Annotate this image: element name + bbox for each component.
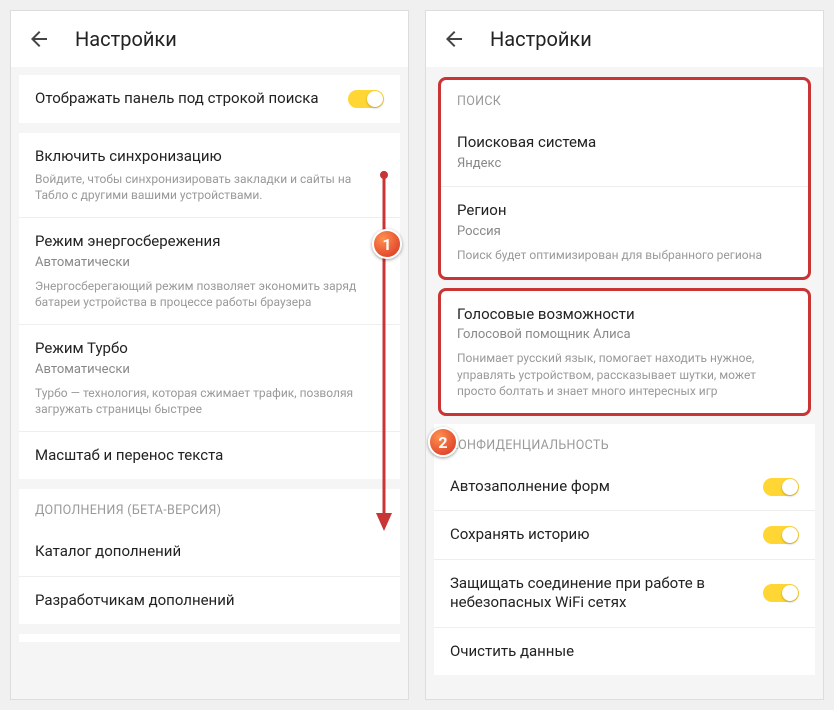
autofill-toggle[interactable] [763, 478, 799, 496]
region-title: Регион [457, 201, 792, 221]
page-title: Настройки [490, 27, 592, 51]
search-engine-sub: Яндекс [457, 156, 792, 173]
privacy-header: КОНФИДЕНЦИАЛЬНОСТЬ [434, 424, 815, 463]
region-sub: Россия [457, 224, 792, 241]
turbo-title: Режим Турбо [35, 339, 384, 359]
wifi-protect-toggle[interactable] [763, 584, 799, 602]
region-desc: Поиск будет оптимизирован для выбранного… [441, 247, 808, 277]
header: Настройки [11, 11, 408, 67]
energy-title: Режим энергосбережения [35, 232, 384, 252]
addons-catalog-title: Каталог дополнений [35, 542, 181, 562]
wifi-protect-label: Защищать соединение при работе в небезоп… [450, 574, 763, 613]
step-badge-1: 1 [372, 229, 402, 259]
addons-dev-row[interactable]: Разработчикам дополнений [19, 577, 400, 625]
content: Отображать панель под строкой поиска Вкл… [11, 67, 408, 699]
autofill-row[interactable]: Автозаполнение форм [434, 463, 815, 512]
voice-desc: Понимает русский язык, помогает находить… [441, 350, 808, 413]
clear-data-row[interactable]: Очистить данные [434, 628, 815, 676]
header: Настройки [426, 11, 823, 67]
turbo-sub: Автоматически [35, 362, 384, 379]
back-icon[interactable] [442, 27, 466, 51]
search-section-callout: ПОИСК Поисковая система Яндекс Регион Ро… [438, 77, 811, 280]
turbo-desc: Турбо — технология, которая сжимает траф… [19, 385, 400, 432]
scroll-arrow-icon [374, 171, 394, 531]
sync-desc: Войдите, чтобы синхронизировать закладки… [35, 171, 384, 203]
addons-header: ДОПОЛНЕНИЯ (БЕТА-ВЕРСИЯ) [19, 489, 400, 528]
scale-row[interactable]: Масштаб и перенос текста [19, 432, 400, 480]
history-label: Сохранять историю [450, 525, 589, 545]
content: ПОИСК Поисковая система Яндекс Регион Ро… [426, 67, 823, 699]
display-panel-row[interactable]: Отображать панель под строкой поиска [19, 75, 400, 123]
voice-row[interactable]: Голосовые возможности Голосовой помощник… [441, 291, 808, 350]
voice-section-callout: Голосовые возможности Голосовой помощник… [438, 288, 811, 416]
display-panel-toggle[interactable] [348, 90, 384, 108]
addons-catalog-row[interactable]: Каталог дополнений [19, 528, 400, 577]
voice-sub: Голосовой помощник Алиса [457, 327, 792, 344]
search-engine-row[interactable]: Поисковая система Яндекс [441, 119, 808, 187]
energy-row[interactable]: Режим энергосбережения Автоматически [19, 218, 400, 277]
search-header: ПОИСК [441, 80, 808, 119]
turbo-row[interactable]: Режим Турбо Автоматически [19, 325, 400, 384]
energy-desc: Энергосберегающий режим позволяет эконом… [19, 278, 400, 325]
autofill-label: Автозаполнение форм [450, 477, 610, 497]
addons-dev-title: Разработчикам дополнений [35, 591, 235, 611]
search-engine-title: Поисковая система [457, 133, 792, 153]
step-badge-2: 2 [428, 427, 458, 457]
back-icon[interactable] [27, 27, 51, 51]
right-screen: Настройки ПОИСК Поисковая система Яндекс… [425, 10, 824, 700]
sync-title: Включить синхронизацию [35, 147, 384, 167]
page-title: Настройки [75, 27, 177, 51]
display-panel-label: Отображать панель под строкой поиска [35, 89, 348, 109]
clear-data-label: Очистить данные [450, 642, 574, 662]
region-row[interactable]: Регион Россия [441, 187, 808, 246]
wifi-protect-row[interactable]: Защищать соединение при работе в небезоп… [434, 560, 815, 628]
left-screen: Настройки Отображать панель под строкой … [10, 10, 409, 700]
sync-row[interactable]: Включить синхронизацию Войдите, чтобы си… [19, 133, 400, 219]
scale-title: Масштаб и перенос текста [35, 446, 223, 466]
history-row[interactable]: Сохранять историю [434, 511, 815, 560]
energy-sub: Автоматически [35, 255, 384, 272]
history-toggle[interactable] [763, 526, 799, 544]
voice-title: Голосовые возможности [457, 305, 792, 325]
